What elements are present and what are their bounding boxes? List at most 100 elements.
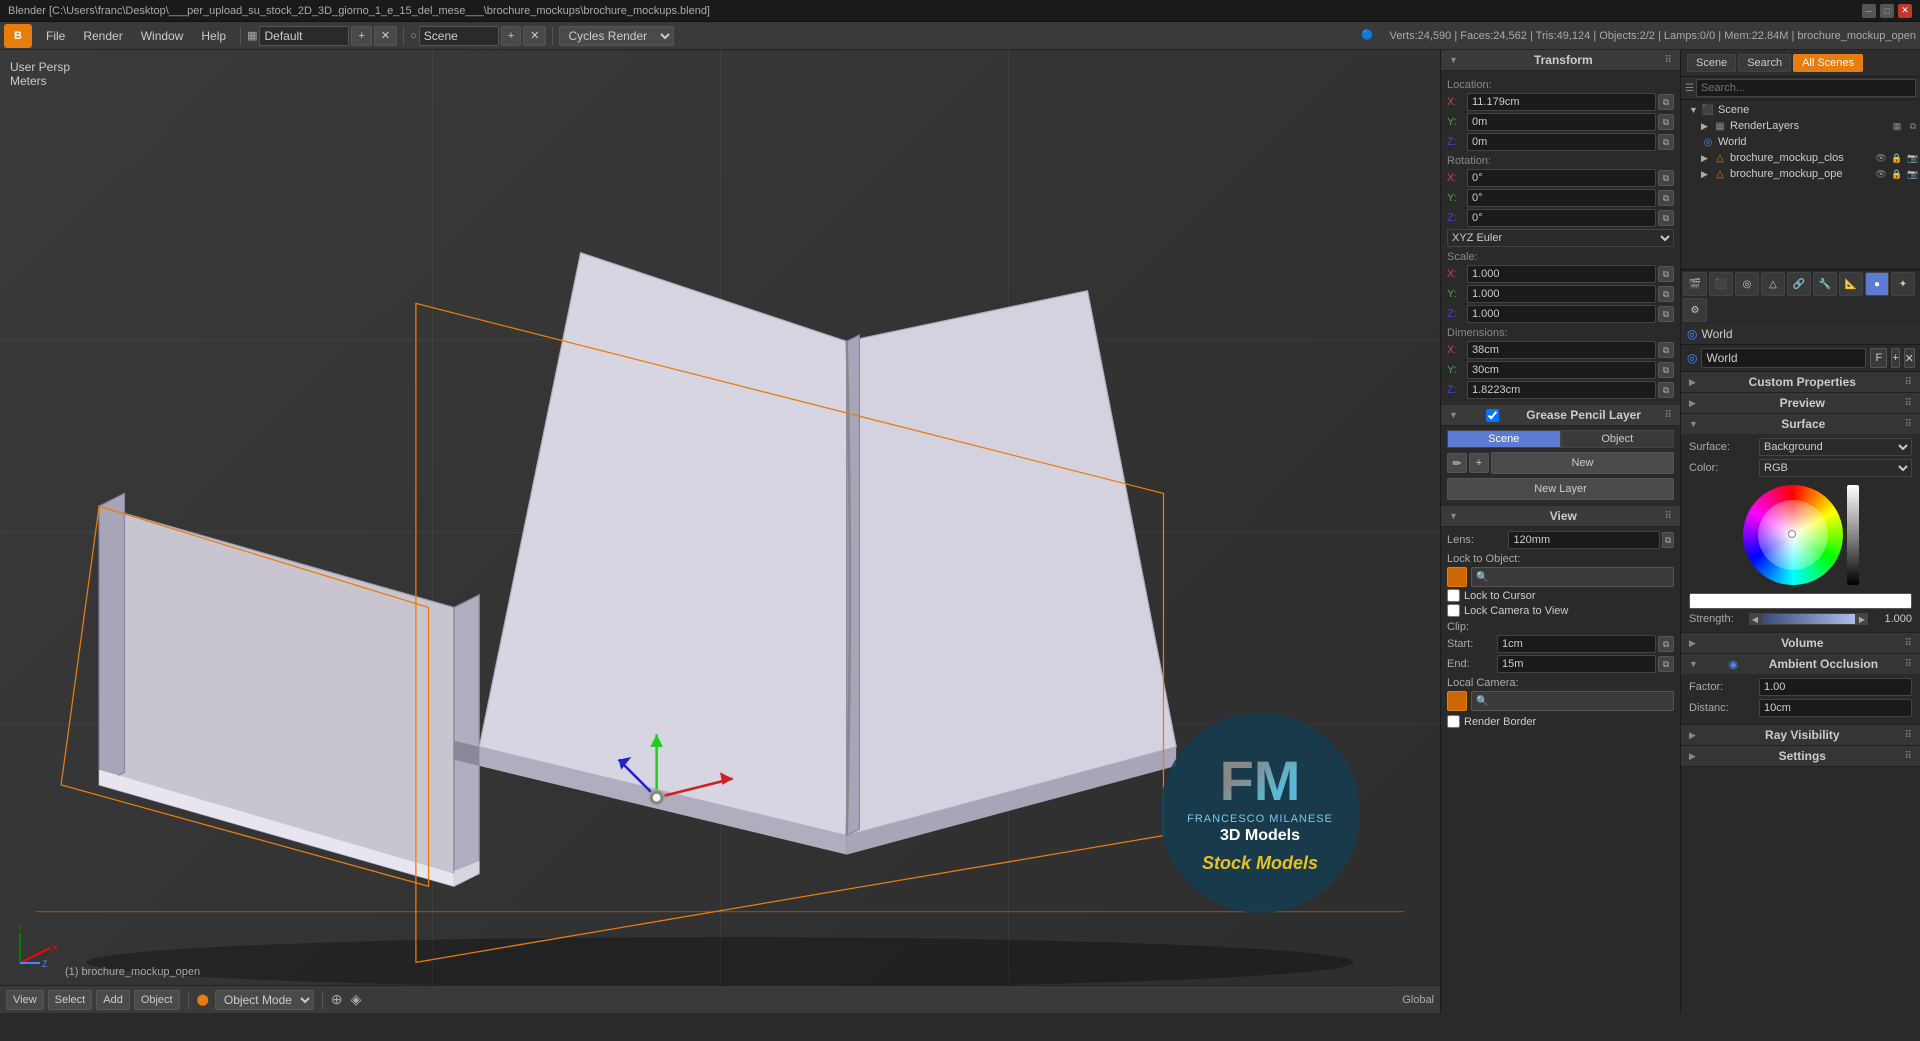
lock-cursor-check[interactable] xyxy=(1447,589,1460,602)
custom-props-header[interactable]: ▶ Custom Properties ⠿ xyxy=(1681,372,1920,392)
obj2-lock[interactable]: 🔒 xyxy=(1890,167,1904,181)
props-tab-scene[interactable]: ⬛ xyxy=(1709,272,1733,296)
layout-add-btn[interactable]: + xyxy=(351,26,371,46)
dim-z-copy[interactable]: ⧉ xyxy=(1658,382,1674,398)
tree-obj2[interactable]: ▶ △ brochure_mockup_ope 👁 🔒 📷 xyxy=(1681,166,1920,182)
world-f-btn[interactable]: F xyxy=(1870,348,1887,368)
obj1-vis[interactable]: 👁 xyxy=(1874,151,1888,165)
props-tab-constraint[interactable]: 🔗 xyxy=(1787,272,1811,296)
viewport-object-menu[interactable]: Object xyxy=(134,990,180,1010)
props-tab-data[interactable]: 📐 xyxy=(1839,272,1863,296)
menu-window[interactable]: Window xyxy=(133,27,192,45)
rl-action-1[interactable]: ▦ xyxy=(1890,119,1904,133)
surface-header[interactable]: ▼ Surface ⠿ xyxy=(1681,414,1920,434)
lock-camera-check[interactable] xyxy=(1447,604,1460,617)
loc-x-copy[interactable]: ⧉ xyxy=(1658,94,1674,110)
surface-type-select[interactable]: Background xyxy=(1759,438,1912,456)
props-tab-object[interactable]: △ xyxy=(1761,272,1785,296)
loc-z-copy[interactable]: ⧉ xyxy=(1658,134,1674,150)
menu-render[interactable]: Render xyxy=(75,27,130,45)
clip-end-copy[interactable]: ⧉ xyxy=(1658,656,1674,672)
ray-visibility-header[interactable]: ▶ Ray Visibility ⠿ xyxy=(1681,725,1920,745)
clip-start-copy[interactable]: ⧉ xyxy=(1658,636,1674,652)
loc-y-copy[interactable]: ⧉ xyxy=(1658,114,1674,130)
loc-x-input[interactable] xyxy=(1467,93,1656,111)
viewport-3d[interactable]: User Persp Meters xyxy=(0,50,1440,1013)
props-tab-world[interactable]: ◎ xyxy=(1735,272,1759,296)
props-tab-render[interactable]: 🎬 xyxy=(1683,272,1707,296)
rot-x-copy[interactable]: ⧉ xyxy=(1658,170,1674,186)
clip-start-input[interactable] xyxy=(1497,635,1656,653)
view-header[interactable]: ▼ View ⠿ xyxy=(1441,506,1680,527)
props-tab-modifier[interactable]: 🔧 xyxy=(1813,272,1837,296)
tree-world[interactable]: ◎ World xyxy=(1681,134,1920,150)
dim-y-copy[interactable]: ⧉ xyxy=(1658,362,1674,378)
world-name-input[interactable] xyxy=(1701,348,1866,368)
scene-name-input[interactable] xyxy=(419,26,499,46)
scene-add-btn[interactable]: + xyxy=(501,26,521,46)
scale-y-input[interactable] xyxy=(1467,285,1656,303)
viewport-icon-2[interactable]: ◈ xyxy=(351,991,362,1008)
lens-copy[interactable]: ⧉ xyxy=(1662,532,1674,548)
lens-input[interactable] xyxy=(1508,531,1660,549)
obj1-lock[interactable]: 🔒 xyxy=(1890,151,1904,165)
dim-x-copy[interactable]: ⧉ xyxy=(1658,342,1674,358)
dim-x-input[interactable] xyxy=(1467,341,1656,359)
gp-draw-btn[interactable]: ✏ xyxy=(1447,453,1467,473)
gp-new-layer-btn[interactable]: New Layer xyxy=(1447,478,1674,500)
ao-distance-input[interactable] xyxy=(1759,699,1912,717)
rot-z-copy[interactable]: ⧉ xyxy=(1658,210,1674,226)
scene-remove-btn[interactable]: ✕ xyxy=(523,26,546,46)
world-del-btn[interactable]: ✕ xyxy=(1904,348,1915,368)
props-tab-physics[interactable]: ⚙ xyxy=(1683,298,1707,322)
ao-header[interactable]: ▼ ◉ Ambient Occlusion ⠿ xyxy=(1681,654,1920,674)
viewport-select-menu[interactable]: Select xyxy=(48,990,93,1010)
settings-header[interactable]: ▶ Settings ⠿ xyxy=(1681,746,1920,766)
obj1-render[interactable]: 📷 xyxy=(1906,151,1920,165)
scale-z-input[interactable] xyxy=(1467,305,1656,323)
obj2-vis[interactable]: 👁 xyxy=(1874,167,1888,181)
tree-renderlayers[interactable]: ▶ ▦ RenderLayers ▦ ⧉ xyxy=(1681,118,1920,134)
clip-end-input[interactable] xyxy=(1497,655,1656,673)
tree-scene[interactable]: ▼ ⬛ Scene xyxy=(1681,102,1920,118)
gp-tab-scene[interactable]: Scene xyxy=(1447,430,1561,448)
props-tab-material[interactable]: ● xyxy=(1865,272,1889,296)
rot-x-input[interactable] xyxy=(1467,169,1656,187)
color-type-select[interactable]: RGB HSV Hex xyxy=(1759,459,1912,477)
strength-track[interactable] xyxy=(1761,613,1856,625)
outliner-search-input[interactable] xyxy=(1696,79,1916,97)
minimize-button[interactable]: ─ xyxy=(1862,4,1876,18)
layout-remove-btn[interactable]: ✕ xyxy=(374,26,397,46)
color-wheel[interactable] xyxy=(1743,485,1843,585)
rot-y-copy[interactable]: ⧉ xyxy=(1658,190,1674,206)
obj2-render[interactable]: 📷 xyxy=(1906,167,1920,181)
preview-header[interactable]: ▶ Preview ⠿ xyxy=(1681,393,1920,413)
close-button[interactable]: ✕ xyxy=(1898,4,1912,18)
scale-z-copy[interactable]: ⧉ xyxy=(1658,306,1674,322)
color-value-strip[interactable] xyxy=(1847,485,1859,585)
dim-y-input[interactable] xyxy=(1467,361,1656,379)
world-new-btn[interactable]: + xyxy=(1891,348,1899,368)
scale-y-copy[interactable]: ⧉ xyxy=(1658,286,1674,302)
gp-tab-object[interactable]: Object xyxy=(1561,430,1675,448)
viewport-icon-1[interactable]: ⊕ xyxy=(331,991,343,1008)
lock-object-picker[interactable]: 🔍 xyxy=(1471,567,1674,587)
menu-file[interactable]: File xyxy=(38,27,73,45)
scale-x-input[interactable] xyxy=(1467,265,1656,283)
interaction-mode-select[interactable]: Object Mode Edit Mode Sculpt Mode xyxy=(215,990,314,1010)
strength-dec-btn[interactable]: ◀ xyxy=(1749,613,1761,625)
volume-header[interactable]: ▶ Volume ⠿ xyxy=(1681,633,1920,653)
loc-z-input[interactable] xyxy=(1467,133,1656,151)
render-engine-select[interactable]: Cycles Render Blender Render Blender Gam… xyxy=(559,26,674,46)
local-camera-picker[interactable]: 🔍 xyxy=(1471,691,1674,711)
render-border-check[interactable] xyxy=(1447,715,1460,728)
props-tab-particles[interactable]: ✦ xyxy=(1891,272,1915,296)
layout-name-input[interactable] xyxy=(259,26,349,46)
gp-visible-check[interactable] xyxy=(1486,409,1499,422)
viewport-add-menu[interactable]: Add xyxy=(96,990,130,1010)
ao-factor-input[interactable] xyxy=(1759,678,1912,696)
gp-new-btn[interactable]: New xyxy=(1491,452,1674,474)
loc-y-input[interactable] xyxy=(1467,113,1656,131)
scale-x-copy[interactable]: ⧉ xyxy=(1658,266,1674,282)
tree-obj1[interactable]: ▶ △ brochure_mockup_clos 👁 🔒 📷 xyxy=(1681,150,1920,166)
